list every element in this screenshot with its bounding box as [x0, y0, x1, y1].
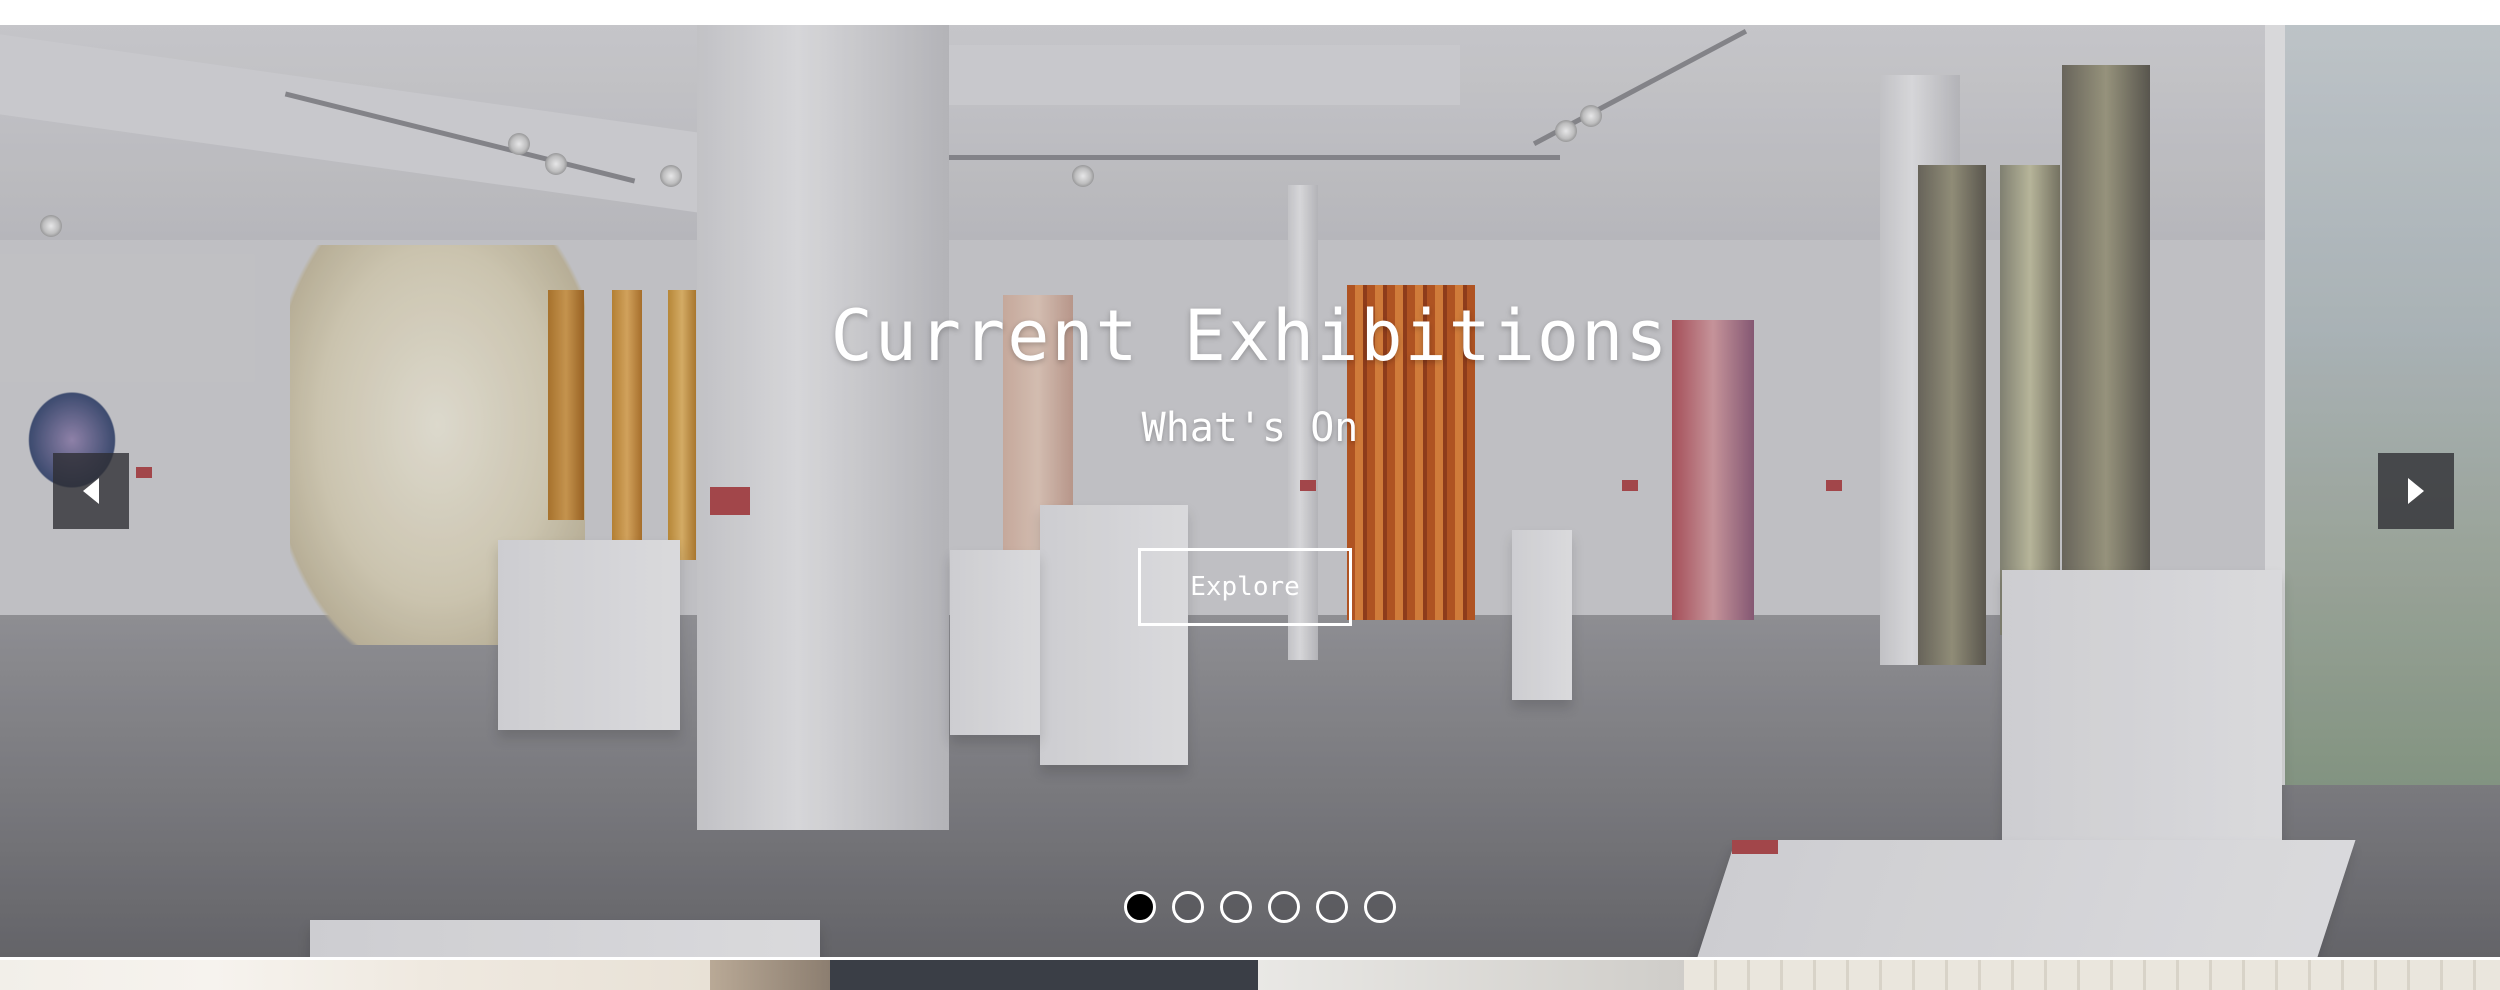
exhibition-thumbnail[interactable]: [710, 960, 830, 990]
carousel-pagination: [1124, 891, 1396, 923]
exhibition-thumbnail-strip: [0, 960, 2500, 990]
carousel-dot-6[interactable]: [1364, 891, 1396, 923]
triangle-left-icon: [83, 478, 99, 504]
hero-subtitle: What's On: [1141, 405, 1359, 451]
carousel-next-button[interactable]: [2378, 453, 2454, 529]
exhibition-thumbnail[interactable]: [1684, 960, 2500, 990]
top-whitespace: [0, 0, 2500, 25]
carousel-prev-button[interactable]: [53, 453, 129, 529]
exhibition-thumbnail[interactable]: [830, 960, 1258, 990]
exhibition-thumbnail[interactable]: [0, 960, 710, 990]
hero-carousel: Current Exhibitions What's On Explore: [0, 25, 2500, 957]
carousel-dot-2[interactable]: [1172, 891, 1204, 923]
carousel-dot-5[interactable]: [1316, 891, 1348, 923]
explore-button[interactable]: Explore: [1138, 548, 1352, 626]
hero-title: Current Exhibitions: [830, 295, 1670, 377]
carousel-dot-3[interactable]: [1220, 891, 1252, 923]
carousel-dot-4[interactable]: [1268, 891, 1300, 923]
exhibition-thumbnail[interactable]: [1258, 960, 1684, 990]
image-tint: [0, 25, 2500, 957]
triangle-right-icon: [2408, 478, 2424, 504]
carousel-dot-1[interactable]: [1124, 891, 1156, 923]
